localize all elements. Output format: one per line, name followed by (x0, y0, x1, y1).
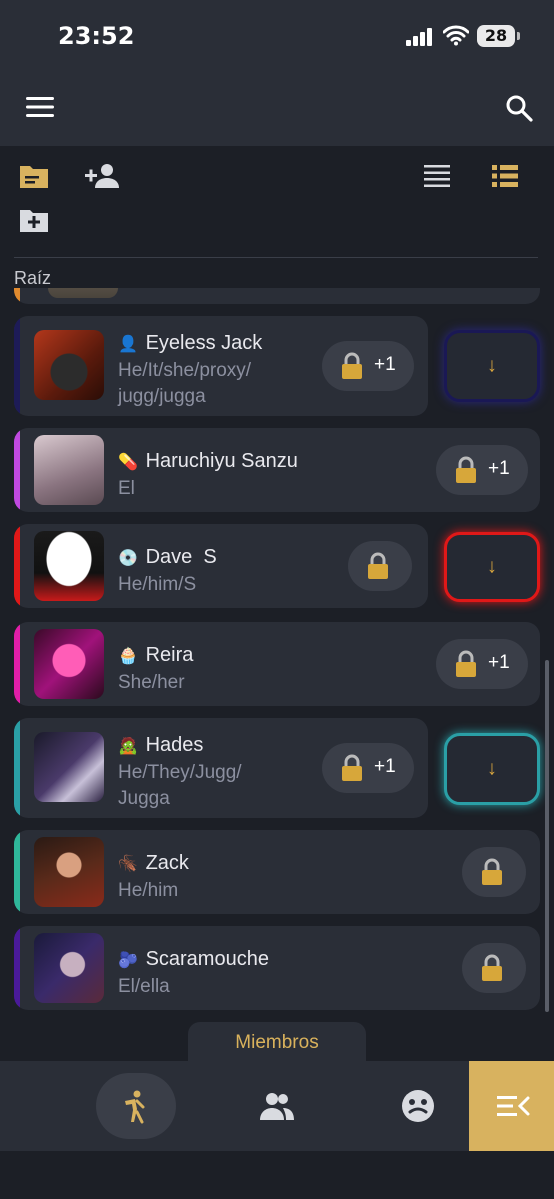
avatar (34, 933, 104, 1003)
arrow-down-icon: ↓ (487, 354, 497, 377)
add-member-icon[interactable] (84, 160, 120, 192)
color-bar (14, 428, 20, 512)
avatar (34, 435, 104, 505)
lock-icon (342, 754, 362, 781)
move-down-button[interactable]: ↓ (444, 532, 540, 602)
member-name: 👤 Eyeless Jack (118, 332, 263, 354)
lock-icon (456, 650, 476, 677)
lock-badge[interactable]: +1 (322, 341, 414, 391)
home-indicator-area (0, 1151, 554, 1199)
list-item-haruchiyu-sanzu[interactable]: 💊 Haruchiyu Sanzu El +1 (14, 428, 540, 512)
tab-label-members: Miembros (188, 1022, 366, 1064)
lock-icon (456, 456, 476, 483)
nav-item-members[interactable] (96, 1073, 176, 1139)
avatar (34, 629, 104, 699)
member-pronouns: El/ella (118, 976, 170, 997)
lock-count: +1 (374, 354, 396, 375)
wifi-icon (443, 25, 469, 46)
color-bar (14, 622, 20, 706)
color-bar (14, 524, 20, 608)
member-emoji: 🫐 (118, 952, 138, 969)
member-list[interactable]: 👤 Eyeless Jack He/It/she/proxy/ jugg/jug… (0, 288, 554, 1028)
signal-icon (406, 28, 432, 46)
list-item-partial[interactable] (14, 288, 540, 304)
member-name: 🪳 Zack (118, 852, 189, 874)
member-pronouns: She/her (118, 672, 185, 693)
avatar (34, 330, 104, 400)
list-item-zack[interactable]: 🪳 Zack He/him (14, 830, 540, 914)
lock-badge[interactable] (348, 541, 412, 591)
app-header (0, 72, 554, 146)
collapse-menu-button[interactable] (469, 1061, 554, 1151)
lock-icon (482, 858, 502, 885)
lock-count: +1 (374, 756, 396, 777)
list-item-scaramouche[interactable]: 🫐 Scaramouche El/ella (14, 926, 540, 1010)
group-icon[interactable] (259, 1088, 295, 1124)
member-pronouns: El (118, 478, 135, 499)
list-item-reira[interactable]: 🧁 Reira She/her +1 (14, 622, 540, 706)
folder-icon[interactable] (18, 160, 50, 192)
arrow-down-icon: ↓ (487, 555, 497, 578)
lock-badge[interactable] (462, 943, 526, 993)
member-name: 🫐 Scaramouche (118, 948, 269, 970)
lock-badge[interactable]: +1 (436, 445, 528, 495)
bottom-navigation (0, 1061, 554, 1151)
lock-icon (482, 954, 502, 981)
member-name: 🧟 Hades (118, 734, 204, 756)
scrollbar[interactable] (545, 660, 549, 1012)
status-bar: 23:52 28 (0, 0, 554, 72)
detailed-list-view-icon[interactable] (490, 162, 520, 190)
member-name: 💊 Haruchiyu Sanzu (118, 450, 298, 472)
member-name: 🧁 Reira (118, 644, 194, 666)
lock-badge[interactable] (462, 847, 526, 897)
color-bar (14, 830, 20, 914)
toolbar-divider (14, 257, 538, 258)
search-icon[interactable] (505, 94, 533, 122)
battery-indicator: 28 (477, 25, 520, 47)
lock-badge[interactable]: +1 (322, 743, 414, 793)
move-down-button[interactable]: ↓ (444, 330, 540, 402)
color-bar (14, 288, 20, 304)
member-name: 💿 Dave S (118, 546, 217, 568)
lock-icon (342, 352, 362, 379)
member-emoji: 🧟 (118, 738, 138, 755)
avatar (34, 837, 104, 907)
lock-badge[interactable]: +1 (436, 639, 528, 689)
color-bar (14, 718, 20, 818)
status-time: 23:52 (58, 22, 135, 50)
menu-collapse-icon (497, 1096, 530, 1116)
member-pronouns: He/They/Jugg/ Jugga (118, 762, 242, 809)
avatar (34, 531, 104, 601)
list-item-hades[interactable]: 🧟 Hades He/They/Jugg/ Jugga +1 (14, 718, 428, 818)
breadcrumb-root[interactable]: Raíz (14, 268, 51, 289)
list-item-eyeless-jack[interactable]: 👤 Eyeless Jack He/It/she/proxy/ jugg/jug… (14, 316, 428, 416)
member-pronouns: He/him/S (118, 574, 197, 595)
lock-count: +1 (488, 458, 510, 479)
lock-icon (368, 552, 388, 579)
color-bar (14, 926, 20, 1010)
list-item-dave-s[interactable]: 💿 Dave S He/him/S (14, 524, 428, 608)
member-pronouns: He/him (118, 880, 179, 901)
member-emoji: 💊 (118, 454, 138, 471)
move-down-button[interactable]: ↓ (444, 733, 540, 805)
avatar (34, 732, 104, 802)
color-bar (14, 316, 20, 416)
member-emoji: 🧁 (118, 648, 138, 665)
member-pronouns: He/It/she/proxy/ jugg/jugga (118, 360, 252, 407)
arrow-down-icon: ↓ (487, 757, 497, 780)
toolbar (0, 146, 554, 258)
member-emoji: 👤 (118, 336, 138, 353)
avatar (48, 288, 118, 298)
list-view-icon[interactable] (422, 162, 452, 190)
person-icon (125, 1090, 145, 1124)
member-emoji: 💿 (118, 550, 138, 567)
hamburger-menu-icon[interactable] (26, 96, 54, 118)
new-folder-icon[interactable] (18, 204, 50, 236)
emotion-icon[interactable] (400, 1088, 436, 1124)
lock-count: +1 (488, 652, 510, 673)
member-emoji: 🪳 (118, 856, 138, 873)
